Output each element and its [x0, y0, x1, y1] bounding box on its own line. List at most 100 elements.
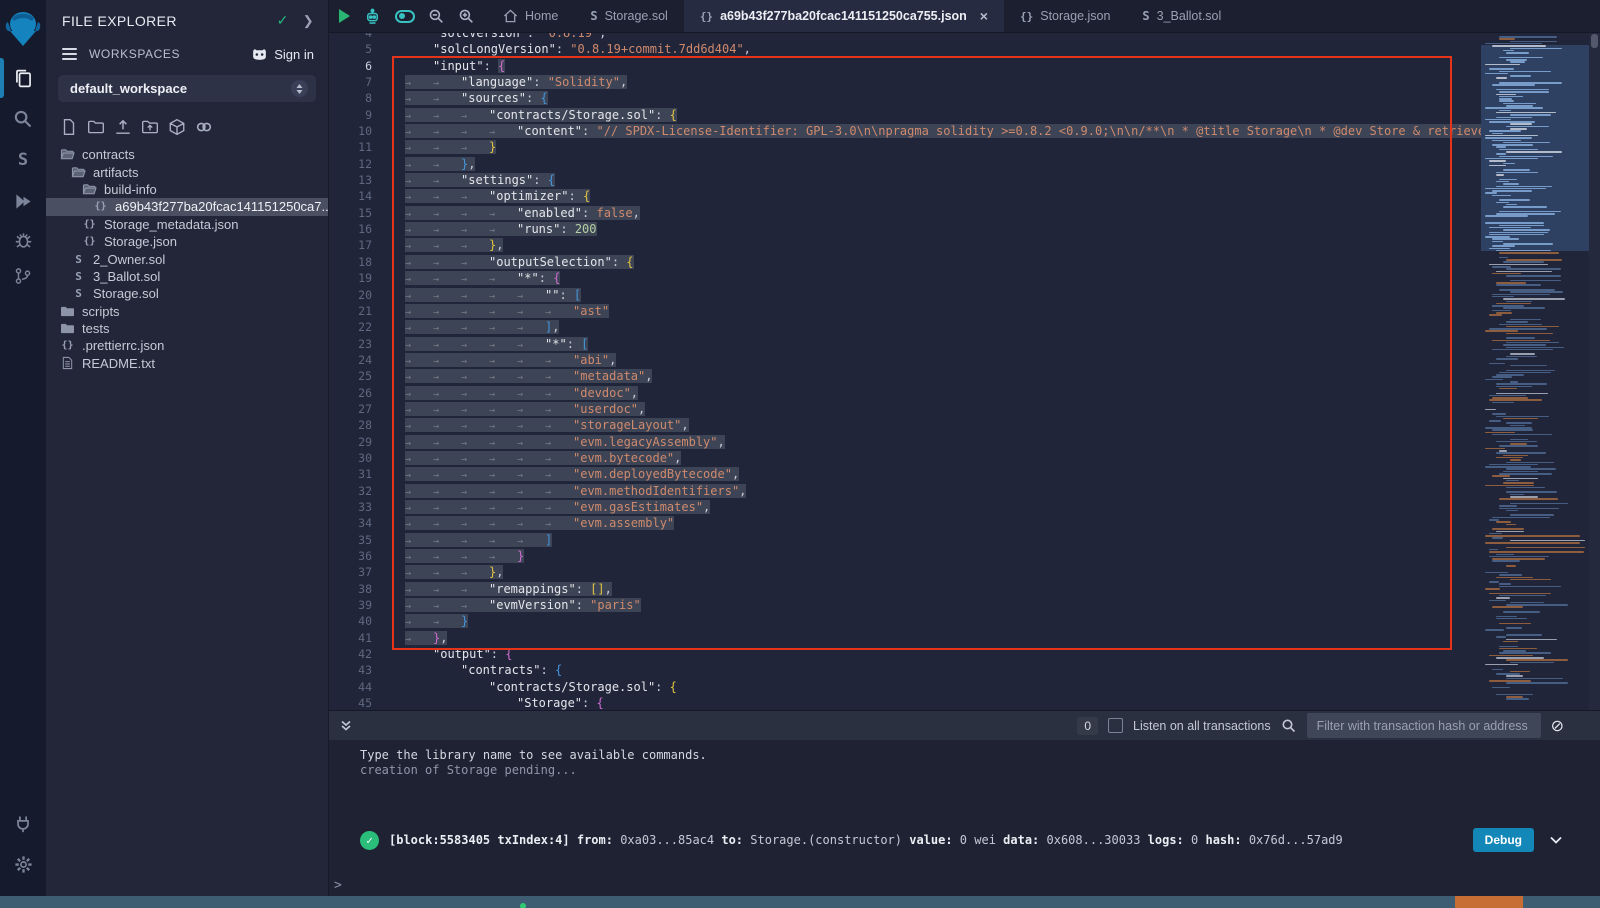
tree-item-README.txt[interactable]: README.txt: [46, 355, 328, 372]
code-editor[interactable]: 4"solcVersion": "0.8.19",5"solcLongVersi…: [329, 33, 1600, 710]
scrollbar-thumb[interactable]: [1591, 34, 1598, 48]
code-line-22: 22→→→→→],: [329, 319, 1600, 335]
clear-console-icon[interactable]: ⊘: [1551, 716, 1564, 736]
panel-title: FILE EXPLORER: [62, 13, 177, 29]
terminal-output[interactable]: Type the library name to see available c…: [329, 740, 1600, 896]
publish-ipfs-cube-icon[interactable]: [168, 118, 186, 136]
minimap-line: [1489, 232, 1548, 234]
scam-alert-badge[interactable]: [1455, 896, 1523, 908]
zoom-in-icon[interactable]: [458, 8, 475, 25]
tab-Storage.sol[interactable]: SStorage.sol: [574, 0, 683, 32]
tree-item-tests[interactable]: tests: [46, 320, 328, 337]
settings-gear-icon[interactable]: [0, 846, 46, 882]
solidity-compiler-icon[interactable]: S: [0, 142, 46, 178]
code-line-29: 29→→→→→→"evm.legacyAssembly",: [329, 434, 1600, 450]
zoom-out-icon[interactable]: [428, 8, 445, 25]
minimap-line: [1485, 215, 1528, 217]
line-number: 10: [329, 123, 392, 139]
tree-item-Storage.sol[interactable]: SStorage.sol: [46, 285, 328, 302]
tree-item-artifacts[interactable]: artifacts: [46, 163, 328, 180]
line-number: 43: [329, 662, 392, 678]
upload-folder-icon[interactable]: [141, 118, 159, 136]
chevron-right-icon[interactable]: ❯: [303, 13, 314, 29]
workspace-select-toggle-icon[interactable]: [291, 80, 308, 97]
minimap-line: [1499, 91, 1549, 93]
minimap-line: [1510, 439, 1528, 441]
sign-in-button[interactable]: Sign in: [251, 47, 314, 62]
tab-Home[interactable]: Home: [487, 0, 574, 32]
ai-assistant-icon[interactable]: [363, 7, 382, 26]
minimap-line: [1506, 639, 1557, 641]
new-file-icon[interactable]: [60, 118, 78, 136]
minimap-line: [1496, 186, 1552, 188]
minimap-line: [1492, 190, 1532, 192]
line-number: 26: [329, 385, 392, 401]
tab-Storage.json[interactable]: {}Storage.json: [1004, 0, 1126, 32]
minimap-line: [1506, 347, 1564, 349]
debug-button[interactable]: Debug: [1473, 828, 1534, 852]
minimap-line: [1499, 498, 1558, 500]
code-line-24: 24→→→→→→"abi",: [329, 352, 1600, 368]
upload-file-icon[interactable]: [114, 118, 132, 136]
toggle-icon[interactable]: [395, 10, 415, 23]
collapse-terminal-icon[interactable]: [339, 719, 353, 733]
minimap-line: [1510, 365, 1548, 367]
tree-item-3_Ballot.sol[interactable]: S3_Ballot.sol: [46, 268, 328, 285]
minimap-line: [1496, 386, 1532, 388]
workspace-select[interactable]: default_workspace: [58, 75, 316, 102]
transaction-log-row[interactable]: ✓ [block:5583405 txIndex:4] from: 0xa03.…: [360, 828, 1564, 852]
transaction-filter-input[interactable]: [1307, 713, 1541, 738]
listen-all-transactions-checkbox[interactable]: [1108, 718, 1123, 733]
minimap-line: [1489, 551, 1584, 553]
minimap-line: [1499, 445, 1538, 447]
minimap-line: [1499, 156, 1553, 158]
tab-3_Ballot.sol[interactable]: S3_Ballot.sol: [1126, 0, 1237, 32]
link-icon[interactable]: [195, 118, 213, 136]
minimap-line: [1499, 199, 1530, 201]
minimap-line: [1496, 153, 1506, 155]
new-folder-icon[interactable]: [87, 118, 105, 136]
deploy-and-run-icon[interactable]: [0, 183, 46, 219]
code-line-8: 8→→"sources": {: [329, 90, 1600, 106]
code-line-41: 41→},: [329, 630, 1600, 646]
close-tab-icon[interactable]: ×: [980, 8, 988, 24]
tree-item-2_Owner.sol[interactable]: S2_Owner.sol: [46, 250, 328, 267]
debugger-icon[interactable]: [0, 222, 46, 258]
minimap-line: [1492, 560, 1520, 562]
minimap-line: [1485, 409, 1496, 411]
plugin-manager-icon[interactable]: [0, 806, 46, 842]
minimap[interactable]: [1481, 33, 1589, 710]
minimap-line: [1485, 137, 1532, 139]
file-explorer-icon[interactable]: [0, 60, 46, 96]
minimap-line: [1492, 84, 1535, 86]
editor-scrollbar[interactable]: [1589, 33, 1600, 710]
code-line-6: 6"input": {: [329, 58, 1600, 74]
tree-item-Storage.json[interactable]: {}Storage.json: [46, 233, 328, 250]
git-icon[interactable]: [0, 258, 46, 294]
github-icon: [251, 47, 268, 62]
run-script-icon[interactable]: [339, 9, 350, 23]
minimap-line: [1510, 123, 1532, 125]
tree-item-scripts[interactable]: scripts: [46, 303, 328, 320]
code-line-19: 19→→→→"*": {: [329, 270, 1600, 286]
code-line-16: 16→→→→"runs": 200: [329, 221, 1600, 237]
terminal-prompt[interactable]: >: [334, 878, 342, 893]
minimap-line: [1489, 600, 1506, 602]
line-number: 40: [329, 613, 392, 629]
tree-item-build-info[interactable]: build-info: [46, 181, 328, 198]
tree-item-.prettierrc.json[interactable]: {}.prettierrc.json: [46, 337, 328, 354]
expand-transaction-icon[interactable]: [1548, 832, 1564, 848]
workspaces-menu-icon[interactable]: [62, 45, 77, 63]
file-tree: contractsartifactsbuild-info{}a69b43f277…: [46, 146, 328, 372]
tree-item-Storage_metadata.json[interactable]: {}Storage_metadata.json: [46, 216, 328, 233]
tree-item-contracts[interactable]: contracts: [46, 146, 328, 163]
remix-logo-icon[interactable]: [4, 8, 42, 48]
tree-item-a69b43f277ba20fcac141151250ca7...[interactable]: {}a69b43f277ba20fcac141151250ca7...: [46, 198, 328, 215]
terminal-search-icon[interactable]: [1281, 718, 1297, 734]
line-number: 28: [329, 417, 392, 433]
search-icon[interactable]: [0, 101, 46, 137]
tab-a69b43f277ba20fcac141151250ca755.json[interactable]: {}a69b43f277ba20fcac141151250ca755.json×: [684, 0, 1004, 32]
code-line-32: 32→→→→→→"evm.methodIdentifiers",: [329, 483, 1600, 499]
minimap-line: [1510, 503, 1568, 505]
code-line-30: 30→→→→→→"evm.bytecode",: [329, 450, 1600, 466]
